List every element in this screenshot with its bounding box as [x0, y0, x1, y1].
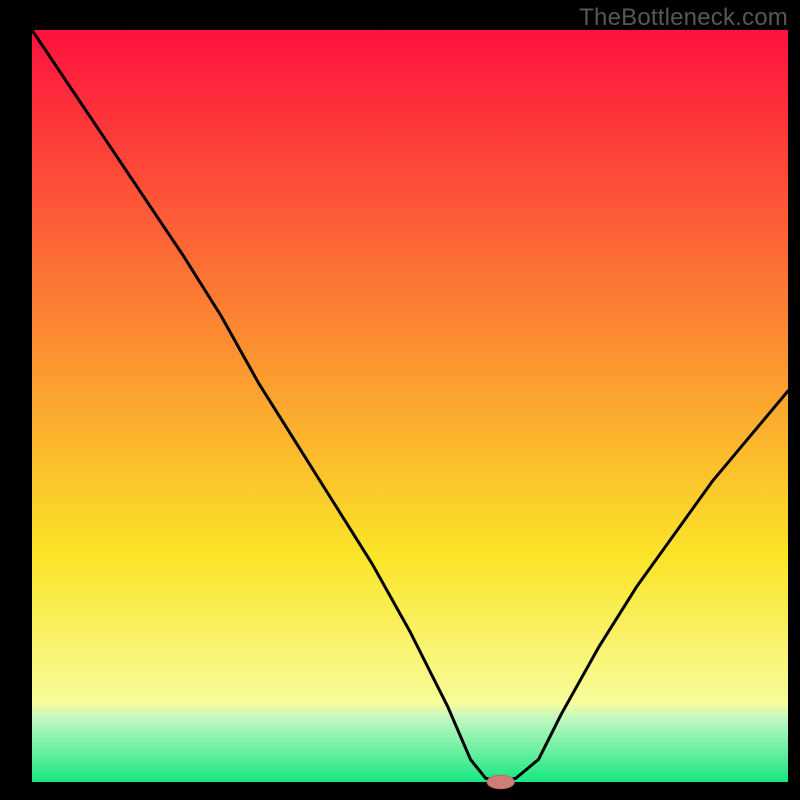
plot-bg [32, 30, 788, 782]
optimum-marker [487, 775, 514, 789]
watermark: TheBottleneck.com [579, 4, 788, 32]
chart-container: TheBottleneck.com [0, 0, 800, 800]
bottleneck-chart [0, 0, 800, 800]
